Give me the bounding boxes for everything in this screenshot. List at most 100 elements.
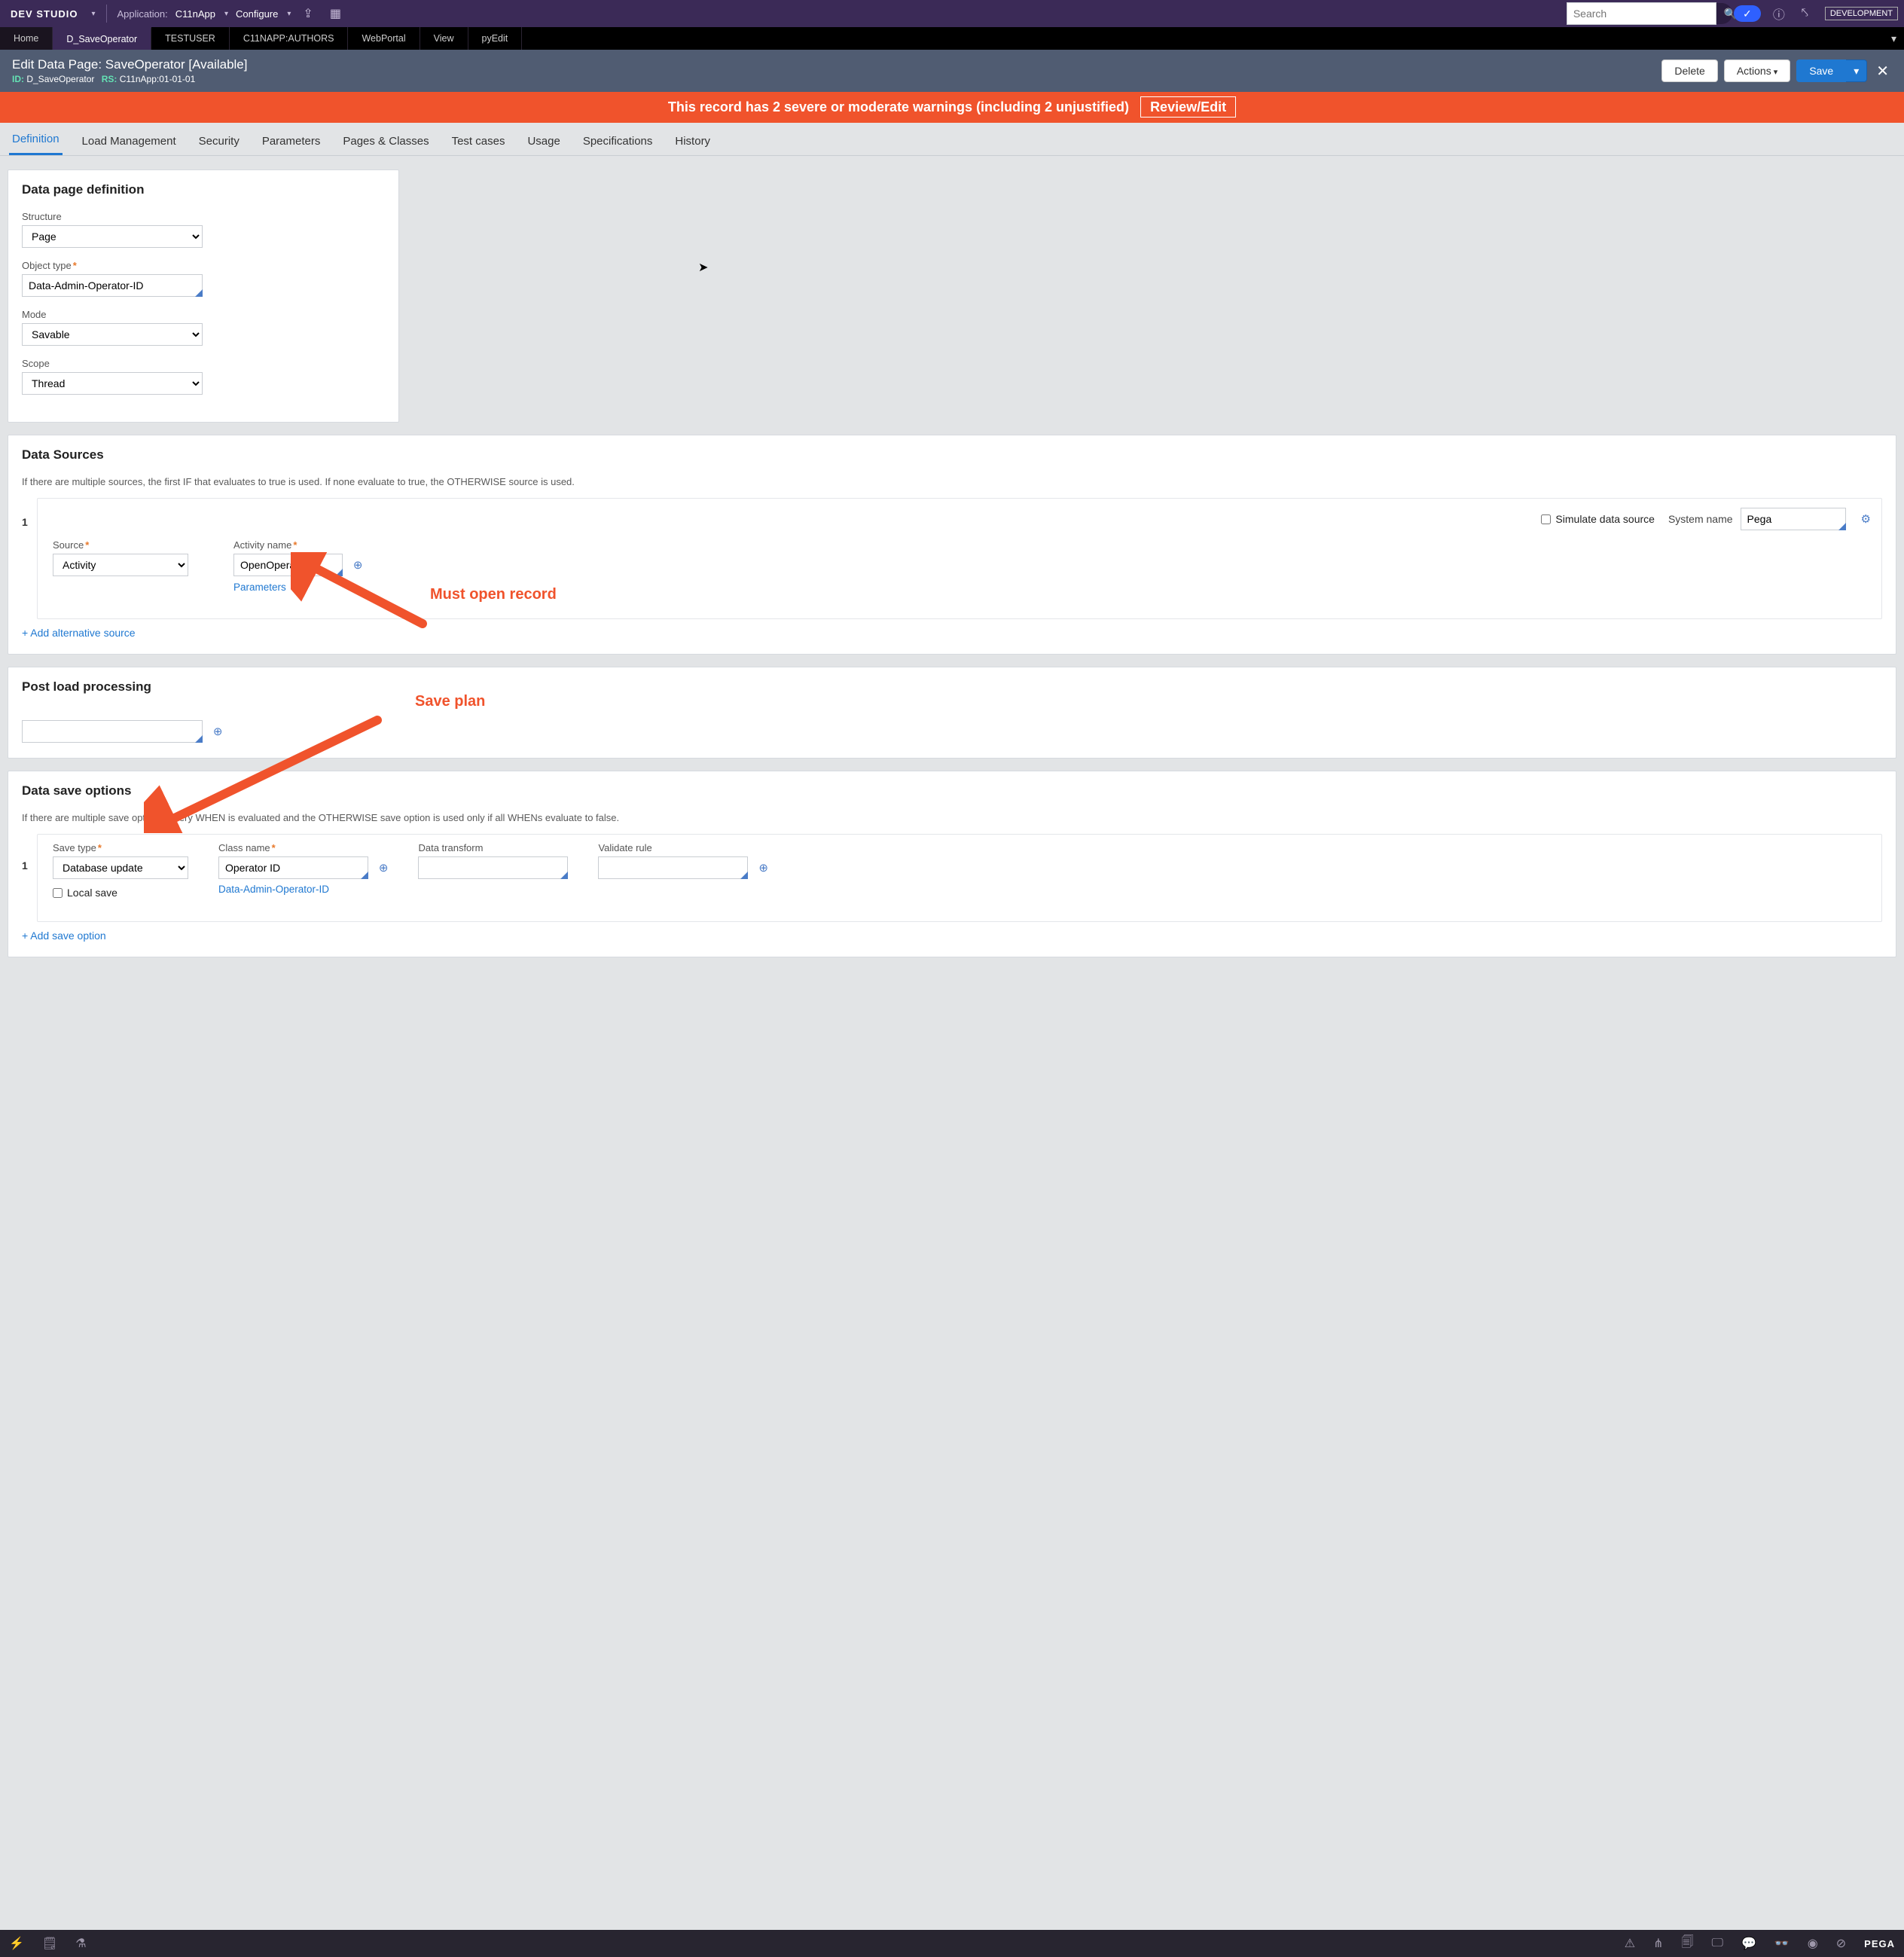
launch-icon[interactable]: ⇪ xyxy=(298,6,317,21)
accessibility-icon[interactable]: ◉ xyxy=(1808,1936,1818,1951)
monitor-icon[interactable]: 🖵 xyxy=(1712,1937,1723,1950)
activity-name-input[interactable] xyxy=(233,554,343,576)
validate-open-icon[interactable]: ⊕ xyxy=(758,862,768,875)
local-save-label: Local save xyxy=(67,887,117,899)
warning-banner: This record has 2 severe or moderate war… xyxy=(0,92,1904,123)
search-input[interactable] xyxy=(1567,2,1716,25)
definition-heading: Data page definition xyxy=(22,182,385,197)
tabs-overflow-icon[interactable]: ▾ xyxy=(1884,27,1904,50)
data-page-definition-panel: Data page definition Structure Page Obje… xyxy=(8,169,399,423)
share-icon[interactable]: ⤣ xyxy=(1797,7,1813,20)
application-name[interactable]: C11nApp xyxy=(175,8,215,20)
tab-pyedit[interactable]: pyEdit xyxy=(468,27,523,50)
data-transform-input[interactable] xyxy=(418,856,568,879)
configure-chevron-icon[interactable]: ▾ xyxy=(287,10,291,18)
rule-title: Edit Data Page: SaveOperator [Available] xyxy=(12,57,247,72)
tab-load-management[interactable]: Load Management xyxy=(79,127,179,155)
structure-label: Structure xyxy=(22,211,385,222)
pega-brand: PEGA xyxy=(1864,1938,1895,1949)
rule-form-tabs: Definition Load Management Security Para… xyxy=(0,123,1904,156)
brand-chevron-icon[interactable]: ▾ xyxy=(91,10,95,18)
warning-text: This record has 2 severe or moderate war… xyxy=(668,99,1129,114)
system-settings-icon[interactable]: ⚙ xyxy=(1861,512,1871,526)
post-load-input[interactable] xyxy=(22,720,203,743)
system-name-input[interactable] xyxy=(1741,508,1846,530)
note-icon[interactable]: 🗐 xyxy=(1682,1934,1694,1954)
post-load-panel: Post load processing ⊕ Save plan xyxy=(8,667,1896,759)
glasses-icon[interactable]: 👓 xyxy=(1774,1936,1790,1951)
rule-header: Edit Data Page: SaveOperator [Available]… xyxy=(0,50,1904,92)
class-name-label: Class name xyxy=(218,842,388,853)
configure-menu[interactable]: Configure xyxy=(236,8,278,20)
rule-meta: ID: D_SaveOperator RS: C11nApp:01-01-01 xyxy=(12,74,247,84)
clipboard-icon[interactable]: 🗒 xyxy=(42,1936,57,1951)
status-bar: ⚡ 🗒 ⚗ ⚠ ⋔ 🗐 🖵 💬 👓 ◉ ⊘ PEGA xyxy=(0,1930,1904,1957)
data-save-options-panel: Data save options If there are multiple … xyxy=(8,771,1896,957)
rs-value: C11nApp:01-01-01 xyxy=(120,74,196,84)
tab-pages-classes[interactable]: Pages & Classes xyxy=(340,127,432,155)
post-load-open-icon[interactable]: ⊕ xyxy=(213,725,223,738)
activity-open-icon[interactable]: ⊕ xyxy=(353,559,363,572)
top-bar: DEV STUDIO ▾ Application: C11nApp ▾ Conf… xyxy=(0,0,1904,27)
data-sources-panel: Data Sources If there are multiple sourc… xyxy=(8,435,1896,655)
environment-chip: DEVELOPMENT xyxy=(1825,7,1898,20)
object-type-input[interactable] xyxy=(22,274,203,297)
branch-icon[interactable]: ⋔ xyxy=(1653,1936,1663,1951)
save-dropdown-icon[interactable]: ▾ xyxy=(1846,60,1867,82)
local-save-checkbox[interactable] xyxy=(53,888,63,898)
structure-select[interactable]: Page xyxy=(22,225,203,248)
search-toggle[interactable]: ✓ xyxy=(1734,5,1761,22)
bolt-icon[interactable]: ⚡ xyxy=(9,1936,24,1951)
save-button[interactable]: Save xyxy=(1796,60,1846,82)
compass-icon[interactable]: ⊘ xyxy=(1836,1936,1846,1951)
tab-history[interactable]: History xyxy=(672,127,713,155)
class-name-subtext[interactable]: Data-Admin-Operator-ID xyxy=(218,884,388,895)
tab-d-saveoperator[interactable]: D_SaveOperator xyxy=(53,27,151,50)
data-sources-heading: Data Sources xyxy=(22,447,1882,463)
tab-specifications[interactable]: Specifications xyxy=(580,127,656,155)
class-name-input[interactable] xyxy=(218,856,368,879)
parameters-link[interactable]: Parameters xyxy=(233,582,286,593)
info-icon[interactable]: ⓘ xyxy=(1768,5,1790,23)
save-type-label: Save type xyxy=(53,842,188,853)
tab-definition[interactable]: Definition xyxy=(9,125,63,155)
annotation-save-plan: Save plan xyxy=(415,693,485,710)
tab-parameters[interactable]: Parameters xyxy=(259,127,324,155)
add-save-option-link[interactable]: + Add save option xyxy=(22,930,106,942)
tab-test-cases[interactable]: Test cases xyxy=(449,127,508,155)
tab-webportal[interactable]: WebPortal xyxy=(348,27,420,50)
source-select[interactable]: Activity xyxy=(53,554,188,576)
id-value: D_SaveOperator xyxy=(26,74,94,84)
message-icon[interactable]: 💬 xyxy=(1741,1936,1756,1951)
tab-authors[interactable]: C11NAPP:AUTHORS xyxy=(230,27,349,50)
flask-icon[interactable]: ⚗ xyxy=(75,1936,86,1951)
tab-testuser[interactable]: TESTUSER xyxy=(151,27,230,50)
simulate-checkbox-row[interactable]: Simulate data source xyxy=(1541,513,1655,525)
app-chevron-icon[interactable]: ▾ xyxy=(224,10,228,18)
app-grid-icon[interactable]: ▦ xyxy=(325,6,346,21)
save-options-hint: If there are multiple save options, ever… xyxy=(22,812,1882,823)
scope-select[interactable]: Thread xyxy=(22,372,203,395)
global-search[interactable]: 🔍 xyxy=(1567,3,1732,24)
actions-button[interactable]: Actions xyxy=(1724,60,1791,82)
delete-button[interactable]: Delete xyxy=(1661,60,1717,82)
tab-view[interactable]: View xyxy=(420,27,468,50)
tab-security[interactable]: Security xyxy=(196,127,243,155)
review-edit-button[interactable]: Review/Edit xyxy=(1140,96,1236,118)
simulate-checkbox[interactable] xyxy=(1541,514,1551,524)
validate-rule-label: Validate rule xyxy=(598,842,767,853)
close-icon[interactable]: ✕ xyxy=(1873,62,1892,81)
add-alternative-source-link[interactable]: + Add alternative source xyxy=(22,627,136,639)
brand: DEV STUDIO xyxy=(6,8,82,20)
save-type-select[interactable]: Database update xyxy=(53,856,188,879)
class-open-icon[interactable]: ⊕ xyxy=(379,862,389,875)
validate-rule-input[interactable] xyxy=(598,856,748,879)
source-row-number: 1 xyxy=(22,498,37,528)
mode-select[interactable]: Savable xyxy=(22,323,203,346)
warning-icon[interactable]: ⚠ xyxy=(1625,1936,1635,1951)
data-sources-hint: If there are multiple sources, the first… xyxy=(22,476,1882,487)
id-label: ID: xyxy=(12,74,24,84)
tab-home[interactable]: Home xyxy=(0,27,53,50)
save-row-1: 1 Save type Database update Local save C… xyxy=(22,834,1882,922)
tab-usage[interactable]: Usage xyxy=(524,127,563,155)
